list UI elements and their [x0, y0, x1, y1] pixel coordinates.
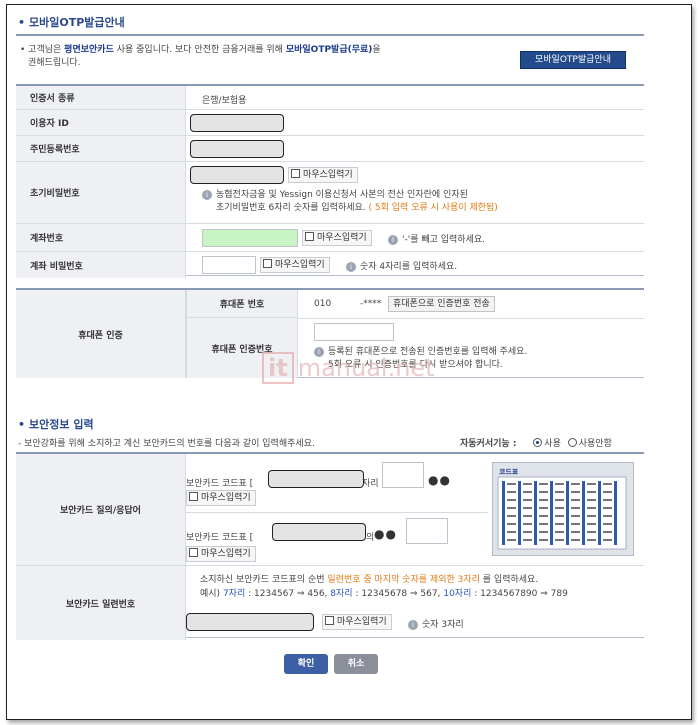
radio-icon[interactable]	[567, 438, 577, 447]
resident-number-input[interactable]	[190, 140, 284, 158]
security-section-title: • 보안정보 입력	[18, 418, 94, 431]
otp-notice: • 고객님은 평면보안카드 사용 중입니다. 보다 안전한 금융거래를 위해 모…	[20, 45, 381, 68]
auto-cursor-use[interactable]: 사용	[533, 438, 561, 449]
cert-form-table: 인증서 종류 은행/보험용 이용자 ID 주민등록번호 초기비밀번호 마우스입력…	[16, 84, 644, 278]
cancel-button[interactable]: 취소	[334, 654, 378, 674]
row-resident: 주민등록번호	[16, 136, 644, 162]
user-id-label: 이용자 ID	[16, 110, 186, 135]
cert-type-label: 인증서 종류	[16, 86, 186, 109]
phone-masked-number: -****	[360, 299, 382, 309]
serial-help: 소지하신 보안카드 코드표의 순번 일련번호 중 마지막 숫자를 제외한 3자리…	[200, 575, 539, 585]
info-icon: i	[388, 235, 398, 245]
init-pw-input[interactable]	[190, 166, 284, 184]
divider	[186, 512, 488, 513]
masked-dots-2: ●●	[374, 527, 397, 541]
account-pw-input[interactable]	[202, 256, 256, 274]
auto-cursor-label: 자동커서기능 :	[460, 439, 517, 449]
serial-digits-help: i 숫자 3자리	[408, 617, 464, 630]
checkbox-icon[interactable]	[325, 616, 334, 625]
checkbox-icon[interactable]	[263, 259, 272, 268]
account-pw-help: i 숫자 4자리를 입력하세요.	[346, 259, 457, 272]
card-serial-input[interactable]	[186, 613, 314, 631]
mouse-input-checkbox[interactable]: 마우스입력기	[186, 490, 256, 506]
security-card-image: 코드표	[492, 462, 634, 556]
masked-dots-1: ●●	[428, 473, 451, 487]
init-pw-label: 초기비밀번호	[16, 162, 186, 223]
cert-type-value: 은행/보험용	[202, 96, 247, 106]
user-id-input[interactable]	[190, 114, 284, 132]
code-prompt-1: 보안카드 코드표 [	[186, 479, 254, 489]
code-prompt-2: 보안카드 코드표 [	[186, 533, 254, 543]
row-init-pw: 초기비밀번호 마우스입력기 i 농협전자금융 및 Yessign 이용신청서 사본…	[16, 162, 644, 224]
radio-selected-icon[interactable]	[533, 438, 543, 447]
divider	[298, 318, 644, 319]
checkbox-icon[interactable]	[189, 492, 198, 501]
mouse-input-checkbox[interactable]: 마우스입력기	[322, 614, 392, 630]
otp-section-title: • 모바일OTP발급안내	[18, 16, 125, 29]
auto-cursor-nouse[interactable]: 사용안함	[567, 438, 612, 449]
phone-number-label: 휴대폰 번호	[186, 290, 298, 318]
card-grid-graphic	[497, 476, 627, 550]
security-card-table: 보안카드 질의/응답어 보안카드 코드표 [ 자리 ●● 마우스입력기 보안카드…	[16, 452, 644, 640]
info-icon: i	[202, 190, 212, 200]
checkbox-icon[interactable]	[189, 548, 198, 557]
send-code-button[interactable]: 휴대폰으로 인증번호 전송	[388, 296, 495, 312]
card-answer-input-1[interactable]	[382, 462, 424, 488]
mouse-input-checkbox[interactable]: 마우스입력기	[302, 230, 372, 246]
card-answer-input-2[interactable]	[406, 518, 448, 544]
code-suffix-1: 자리	[362, 479, 379, 489]
phone-auth-label: 휴대폰 인증	[16, 290, 186, 378]
resident-label: 주민등록번호	[16, 136, 186, 161]
card-code-index-2	[272, 523, 366, 541]
otp-guide-button[interactable]: 모바일OTP발급안내	[520, 51, 626, 69]
row-cert-type: 인증서 종류 은행/보험용	[16, 86, 644, 110]
site-watermark: it manual.net	[262, 352, 435, 384]
card-serial-label: 보안카드 일련번호	[16, 566, 186, 640]
serial-example: 예시) 7자리 : 1234567 ⇒ 456, 8자리 : 12345678 …	[200, 589, 568, 599]
init-pw-help: i 농협전자금융 및 Yessign 이용신청서 사본의 전산 인자란에 인자된 …	[202, 189, 498, 215]
confirm-button[interactable]: 확인	[284, 654, 328, 674]
auto-cursor-setting: 자동커서기능 : 사용 사용안함	[460, 436, 612, 449]
info-icon: i	[408, 620, 418, 630]
card-qa-label: 보안카드 질의/응답어	[16, 454, 186, 565]
row-card-qa: 보안카드 질의/응답어 보안카드 코드표 [ 자리 ●● 마우스입력기 보안카드…	[16, 454, 644, 566]
account-number-input[interactable]	[202, 229, 298, 247]
mouse-input-checkbox[interactable]: 마우스입력기	[288, 167, 358, 183]
info-icon: i	[346, 262, 356, 272]
account-pw-label: 계좌 비밀번호	[16, 252, 186, 278]
phone-code-input[interactable]	[314, 323, 394, 341]
row-card-serial: 보안카드 일련번호 소지하신 보안카드 코드표의 순번 일련번호 중 마지막 숫…	[16, 566, 644, 640]
row-account: 계좌번호 마우스입력기 i '-'를 빼고 입력하세요.	[16, 224, 644, 252]
mouse-input-checkbox[interactable]: 마우스입력기	[260, 257, 330, 273]
checkbox-icon[interactable]	[305, 232, 314, 241]
row-account-pw: 계좌 비밀번호 마우스입력기 i 숫자 4자리를 입력하세요.	[16, 252, 644, 278]
card-code-index-1	[268, 470, 364, 488]
phone-prefix: 010	[314, 299, 332, 309]
account-label: 계좌번호	[16, 224, 186, 251]
row-user-id: 이용자 ID	[16, 110, 644, 136]
security-notice: - 보안강화를 위해 소지하고 계신 보안카드의 번호를 다음과 같이 입력해주…	[18, 439, 315, 449]
account-help: i '-'를 빼고 입력하세요.	[388, 232, 485, 245]
checkbox-icon[interactable]	[291, 169, 300, 178]
mouse-input-checkbox[interactable]: 마우스입력기	[186, 546, 256, 562]
divider	[16, 34, 644, 36]
